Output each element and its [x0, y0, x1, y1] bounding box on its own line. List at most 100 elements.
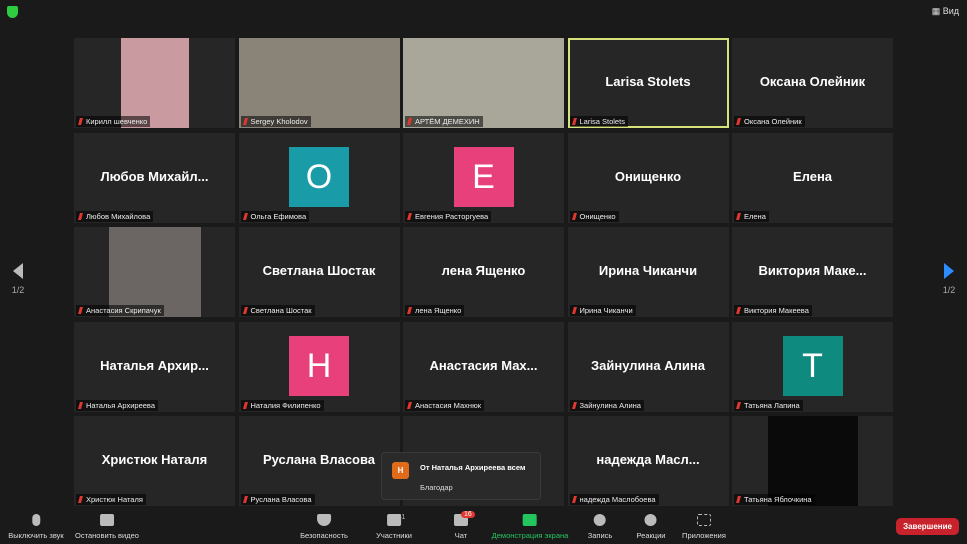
participant-video — [403, 38, 564, 128]
participant-name-label: Татьяна Яблочкина — [734, 494, 815, 505]
view-button[interactable]: ▦ Вид — [932, 6, 959, 17]
participant-name-label: АРТЁМ ДЕМЕХИН — [405, 116, 483, 127]
smiley-icon — [644, 514, 657, 526]
participant-name-label: Ольга Ефимова — [240, 210, 310, 222]
participant-tile[interactable]: Любов Михайл... Любов Михайлова — [74, 132, 235, 223]
participant-display-name: Анастасия Мах... — [429, 357, 538, 373]
participant-name-label: Sergey Kholodov — [240, 116, 311, 127]
participant-display-name: лена Ященко — [441, 263, 526, 278]
participant-avatar: E — [453, 146, 514, 207]
participant-display-name: надежда Масл... — [596, 452, 700, 467]
microphone-icon — [31, 514, 40, 526]
chat-sender: От Наталья Архиреева всем — [420, 463, 526, 472]
participant-tile[interactable]: надежда Масл... надежда Маслобоева — [567, 416, 729, 506]
participant-tile[interactable]: Кирилл шевченко — [74, 38, 235, 128]
participant-name-label: Larisa Stolets — [569, 116, 628, 127]
participant-name-label: Любов Михайлова — [76, 210, 154, 222]
participant-name-label: Руслана Власова — [240, 494, 315, 505]
mute-button[interactable]: Выключить звук — [8, 514, 64, 540]
participant-tile[interactable]: Елена Елена — [732, 132, 893, 223]
prev-page-button[interactable]: 1/2 — [8, 263, 28, 295]
security-button[interactable]: Безопасность — [300, 514, 348, 540]
participant-tile[interactable]: лена Ященко лена Ященко — [403, 227, 564, 317]
participant-name-label: Евгения Расторгуева — [405, 210, 492, 222]
apps-icon — [696, 514, 711, 526]
participant-name-label: Оксана Олейник — [734, 116, 805, 127]
sender-avatar: Н — [392, 462, 409, 479]
share-screen-button[interactable]: Демонстрация экрана — [491, 514, 569, 540]
participant-name-label: лена Ященко — [405, 305, 465, 316]
participant-tile[interactable]: Анастасия Мах... Анастасия Махнюк — [403, 321, 564, 412]
participant-tile[interactable]: Руслана Власова Руслана Власова — [238, 416, 400, 506]
participants-count: 31 — [397, 514, 406, 521]
security-shield-icon[interactable] — [7, 6, 18, 18]
participant-tile[interactable]: Larisa Stolets Larisa Stolets — [567, 38, 729, 128]
record-button[interactable]: Запись — [587, 514, 613, 540]
view-label: Вид — [942, 6, 959, 16]
top-bar: ▦ Вид — [0, 0, 967, 24]
security-label: Безопасность — [300, 531, 348, 540]
participant-tile[interactable]: Ирина Чиканчи Ирина Чиканчи — [567, 227, 729, 317]
participant-tile[interactable]: Татьяна Яблочкина — [732, 416, 893, 506]
participant-avatar: H — [289, 335, 349, 396]
arrow-right-icon — [944, 263, 954, 279]
participant-display-name: Любов Михайл... — [100, 168, 209, 184]
participant-display-name: Оксана Олейник — [759, 74, 866, 89]
end-meeting-button[interactable]: Завершение — [896, 518, 959, 535]
participant-video — [108, 227, 201, 317]
reactions-button[interactable]: Реакции — [637, 514, 665, 540]
participant-tile[interactable]: Анастасия Скрипачук — [74, 227, 235, 317]
shield-icon — [317, 514, 331, 526]
next-page-button[interactable]: 1/2 — [939, 263, 959, 295]
participant-name-label: Елена — [734, 210, 769, 222]
participant-tile[interactable]: H Наталия Филипенко — [238, 321, 400, 412]
participant-name-label: Наталия Филипенко — [240, 399, 324, 411]
participant-display-name: Онищенко — [614, 168, 682, 184]
participant-tile[interactable]: Виктория Маке... Виктория Макеева — [732, 227, 893, 317]
participant-name-label: Онищенко — [569, 210, 619, 222]
participant-tile[interactable]: Онищенко Онищенко — [567, 132, 729, 223]
participant-tile[interactable]: E Евгения Расторгуева — [403, 132, 564, 223]
chat-message: Благодар — [420, 483, 453, 492]
share-screen-icon — [522, 514, 537, 526]
share-label: Демонстрация экрана — [491, 531, 569, 540]
video-label: Остановить видео — [75, 531, 139, 540]
participant-tile[interactable]: Sergey Kholodov — [238, 38, 400, 128]
apps-button[interactable]: Приложения — [682, 514, 726, 540]
participant-tile[interactable]: Оксана Олейник Оксана Олейник — [732, 38, 893, 128]
participant-display-name: Ирина Чиканчи — [598, 263, 698, 278]
participant-display-name: Христюк Наталя — [101, 452, 208, 467]
participant-tile[interactable]: T Татьяна Лапина — [732, 321, 893, 412]
chat-badge: 16 — [461, 511, 475, 518]
arrow-left-icon — [13, 263, 23, 279]
participant-display-name: Руслана Власова — [262, 452, 376, 467]
chat-label: Чат — [454, 531, 468, 540]
participant-video — [238, 38, 400, 128]
participant-tile[interactable]: Светлана Шостак Светлана Шостак — [238, 227, 400, 317]
participant-name-label: Христюк Наталя — [76, 494, 146, 505]
chat-notification[interactable]: Н От Наталья Архиреева всем Благодар — [381, 452, 541, 500]
participant-name-label: Татьяна Лапина — [734, 399, 803, 411]
participant-name-label: Зайнулина Алина — [569, 399, 644, 411]
participant-name-label: Кирилл шевченко — [76, 116, 151, 127]
page-indicator-right: 1/2 — [942, 285, 956, 295]
participant-display-name: Larisa Stolets — [605, 74, 691, 89]
participant-tile[interactable]: Зайнулина Алина Зайнулина Алина — [567, 321, 729, 412]
participant-avatar: T — [782, 335, 843, 396]
record-icon — [593, 514, 606, 526]
stop-video-button[interactable]: Остановить видео — [75, 514, 139, 540]
participant-tile[interactable]: O Ольга Ефимова — [238, 132, 400, 223]
page-indicator-left: 1/2 — [11, 285, 25, 295]
chat-button[interactable]: 16 Чат — [454, 511, 475, 540]
record-label: Запись — [587, 531, 613, 540]
participants-button[interactable]: 31 Участники — [376, 514, 412, 540]
apps-label: Приложения — [682, 531, 726, 540]
participant-video — [120, 38, 189, 128]
participant-display-name: Зайнулина Алина — [591, 357, 705, 373]
participant-tile[interactable]: Христюк Наталя Христюк Наталя — [74, 416, 235, 506]
participant-tile[interactable]: Наталья Архир... Наталья Архиреева — [74, 321, 235, 412]
participant-tile[interactable]: АРТЁМ ДЕМЕХИН — [403, 38, 564, 128]
participant-display-name: Елена — [792, 168, 833, 184]
meeting-toolbar: Выключить звук Остановить видео Безопасн… — [0, 506, 967, 544]
participants-label: Участники — [376, 531, 412, 540]
